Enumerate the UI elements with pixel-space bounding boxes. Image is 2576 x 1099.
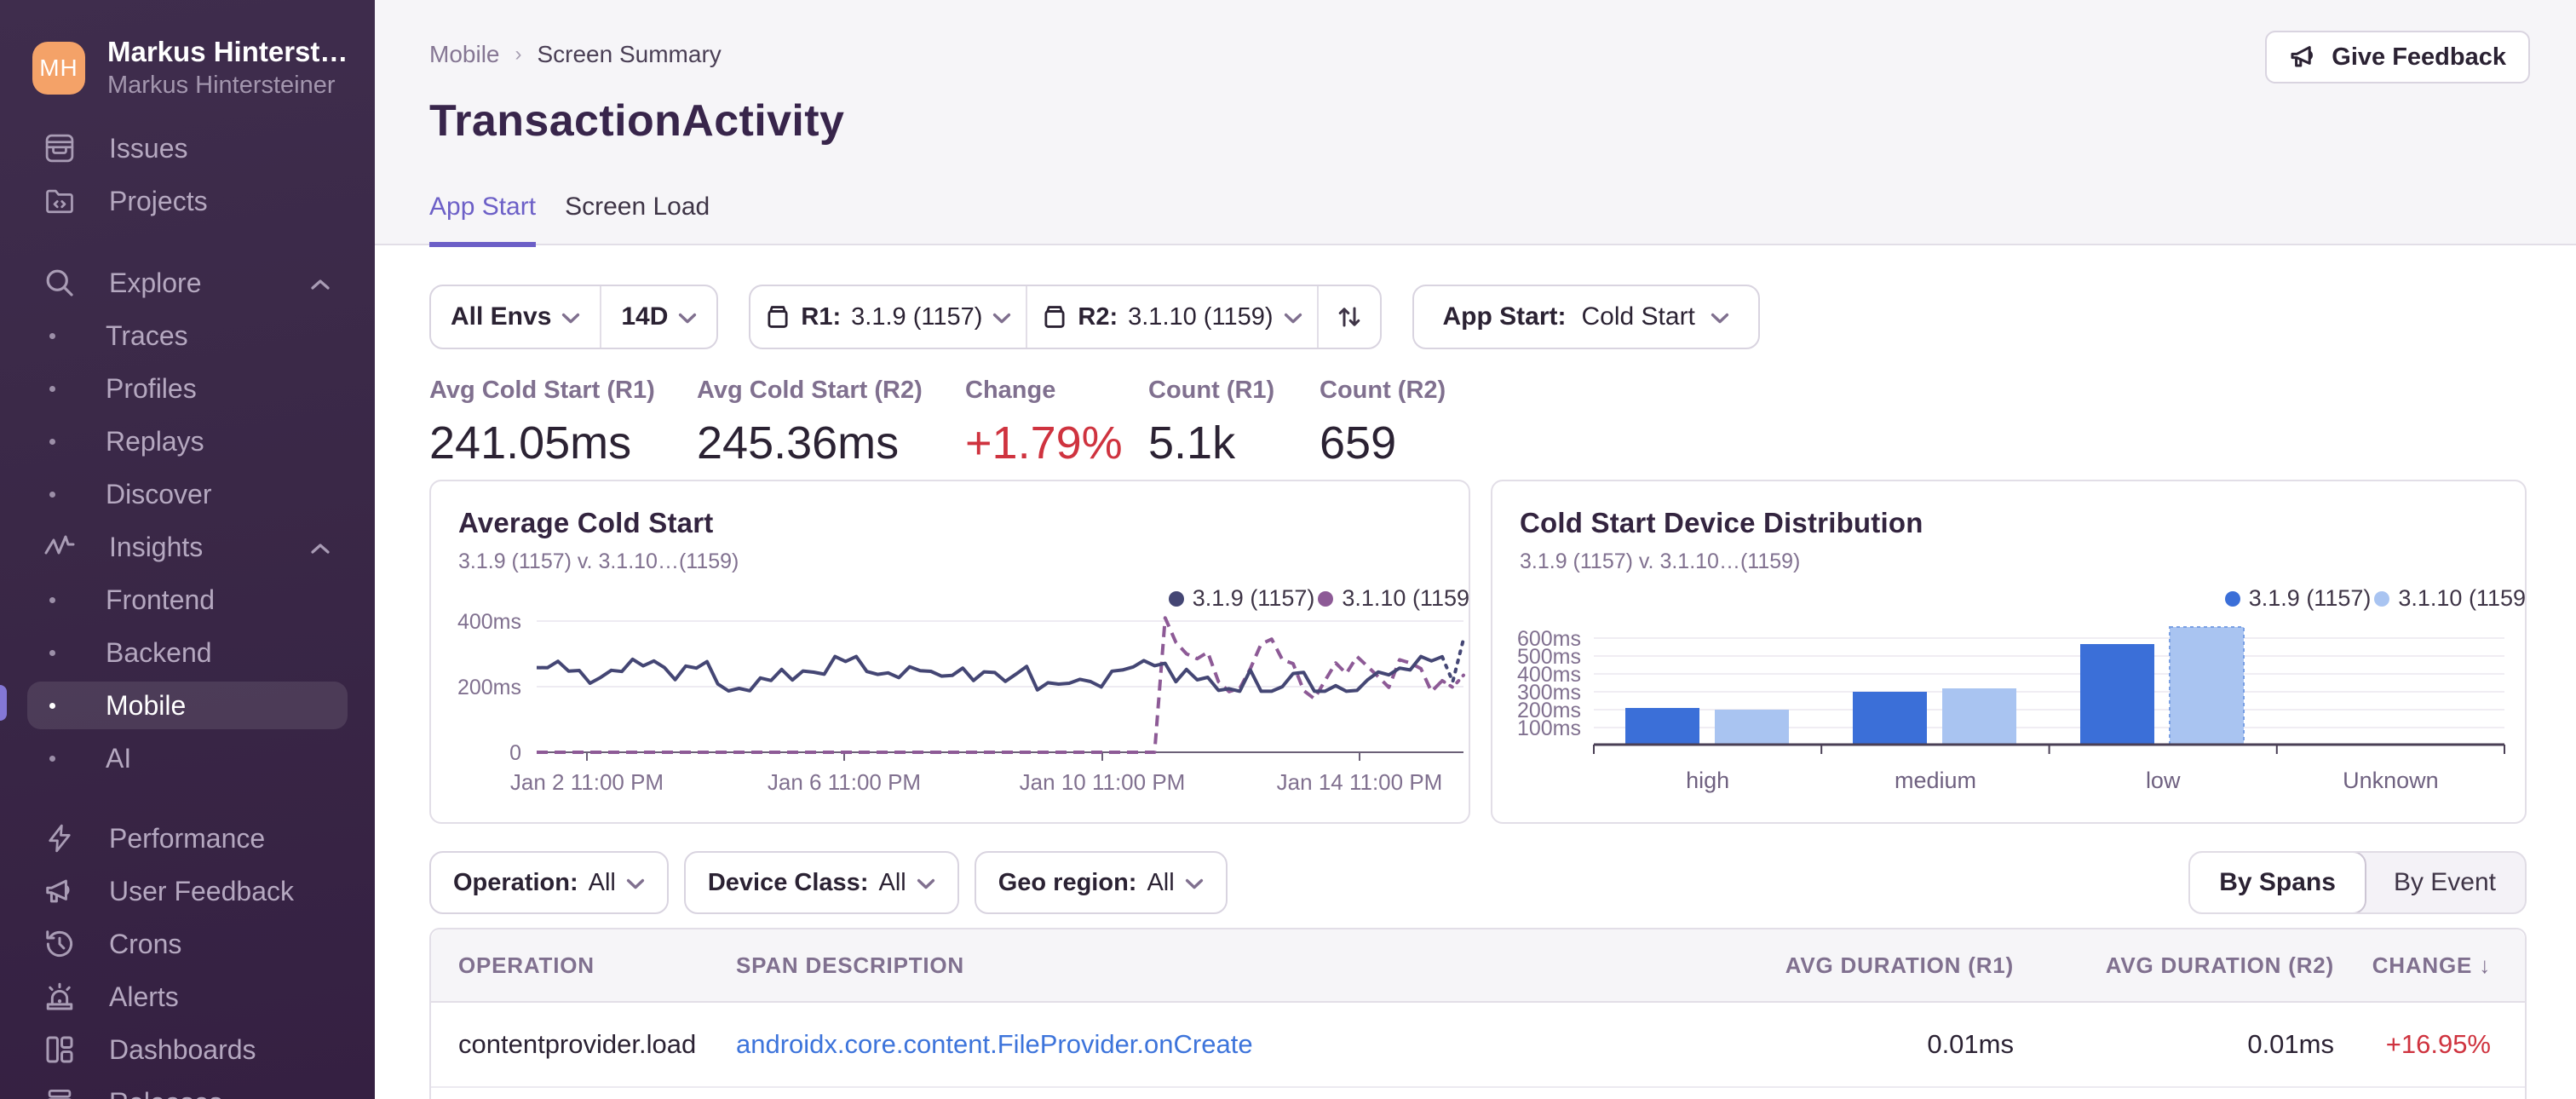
svg-text:medium: medium (1895, 768, 1976, 793)
svg-text:Jan 10 11:00 PM: Jan 10 11:00 PM (1020, 769, 1186, 795)
svg-text:low: low (2146, 768, 2181, 793)
svg-text:Unknown: Unknown (2343, 768, 2439, 793)
svg-text:high: high (1686, 768, 1729, 793)
svg-text:Jan 6 11:00 PM: Jan 6 11:00 PM (768, 769, 921, 795)
svg-text:200ms: 200ms (457, 676, 521, 699)
svg-text:100ms: 100ms (1517, 716, 1581, 740)
svg-text:Jan 2 11:00 PM: Jan 2 11:00 PM (510, 769, 664, 795)
svg-text:0: 0 (509, 741, 521, 765)
svg-text:400ms: 400ms (457, 610, 521, 634)
svg-text:Jan 14 11:00 PM: Jan 14 11:00 PM (1277, 769, 1443, 795)
